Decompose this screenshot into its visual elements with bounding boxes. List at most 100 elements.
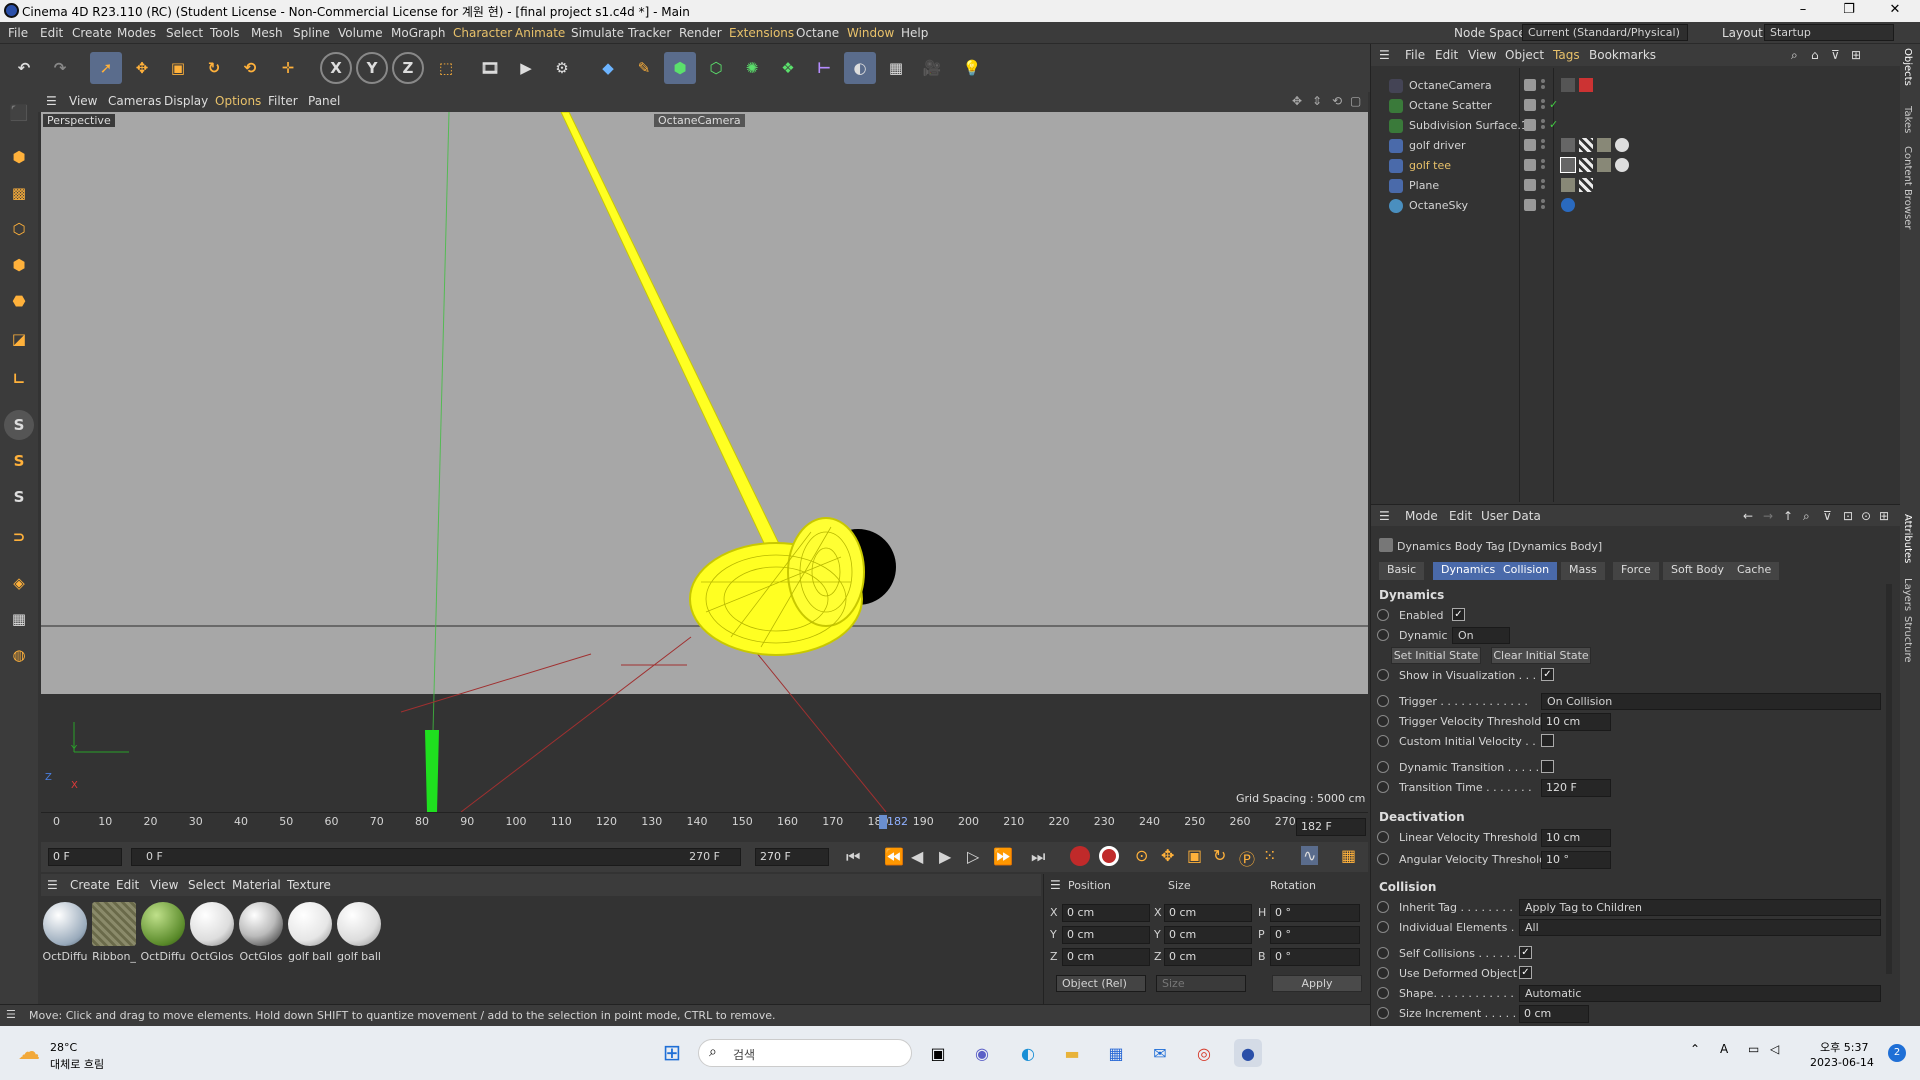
- attributes-menu-userdata[interactable]: User Data: [1481, 509, 1541, 523]
- material-menu-select[interactable]: Select: [188, 878, 225, 892]
- timeline-icon[interactable]: ▦: [1341, 846, 1356, 865]
- close-button[interactable]: ✕: [1872, 0, 1918, 22]
- side-tab-content-browser[interactable]: Content Browser: [1902, 146, 1913, 229]
- windows-start-icon[interactable]: ⊞: [658, 1039, 686, 1067]
- menu-tracker[interactable]: Tracker: [628, 26, 671, 40]
- render-region-icon[interactable]: 🎞: [474, 52, 506, 84]
- attributes-hamburger-icon[interactable]: ☰: [1379, 509, 1390, 523]
- menu-extensions[interactable]: Extensions: [729, 26, 794, 40]
- angular-velocity-field[interactable]: 10 °: [1541, 851, 1611, 869]
- coord-mode-dropdown[interactable]: Object (Rel): [1056, 975, 1146, 992]
- workplane-icon[interactable]: ◈: [4, 568, 34, 598]
- coords-hamburger-icon[interactable]: ☰: [1050, 878, 1061, 892]
- material-menu-texture[interactable]: Texture: [287, 878, 331, 892]
- attributes-menu-mode[interactable]: Mode: [1405, 509, 1438, 523]
- menu-tools[interactable]: Tools: [210, 26, 240, 40]
- current-frame-field[interactable]: 182 F: [1296, 818, 1366, 836]
- environment-tag-icon[interactable]: [1561, 198, 1575, 212]
- apply-button[interactable]: Apply: [1272, 975, 1362, 992]
- dynamics-tag-icon-selected[interactable]: [1560, 157, 1576, 173]
- animate-radio[interactable]: [1377, 947, 1389, 959]
- network-icon[interactable]: ▭: [1748, 1042, 1759, 1056]
- menu-modes[interactable]: Modes: [117, 26, 156, 40]
- objects-menu-object[interactable]: Object: [1505, 48, 1544, 62]
- grid-icon[interactable]: ▦: [4, 604, 34, 634]
- rotate-icon[interactable]: ↻: [198, 52, 230, 84]
- side-tab-attributes[interactable]: Attributes: [1902, 514, 1913, 563]
- material-item[interactable]: Ribbon_: [91, 902, 137, 978]
- floor-icon[interactable]: ◐: [844, 52, 876, 84]
- object-row-plane[interactable]: Plane: [1371, 176, 1891, 196]
- next-key-icon[interactable]: ⏩: [993, 847, 1013, 866]
- magnet-icon[interactable]: ⊃: [4, 522, 34, 552]
- dynamic-dropdown[interactable]: On: [1452, 627, 1510, 644]
- material-hamburger-icon[interactable]: ☰: [47, 878, 58, 892]
- volume-icon[interactable]: ◁: [1770, 1042, 1779, 1056]
- animate-radio[interactable]: [1377, 831, 1389, 843]
- object-row-octanesky[interactable]: OctaneSky: [1371, 196, 1891, 216]
- tab-basic[interactable]: Basic: [1379, 562, 1425, 580]
- shape-dropdown[interactable]: Automatic: [1519, 985, 1881, 1002]
- material-item[interactable]: golf ball: [287, 902, 333, 978]
- position-field[interactable]: 0 cm: [1062, 904, 1150, 922]
- side-tab-layers[interactable]: Layers: [1902, 578, 1913, 611]
- menu-help[interactable]: Help: [901, 26, 928, 40]
- objects-menu-file[interactable]: File: [1405, 48, 1425, 62]
- animate-radio[interactable]: [1377, 921, 1389, 933]
- visibility-check[interactable]: [1524, 119, 1536, 131]
- menu-edit[interactable]: Edit: [40, 26, 63, 40]
- visibility-check[interactable]: [1524, 139, 1536, 151]
- viewport-menu-display[interactable]: Display: [164, 94, 208, 108]
- use-deformed-checkbox[interactable]: ✓: [1519, 966, 1532, 979]
- objects-new-window-icon[interactable]: ⊞: [1851, 48, 1861, 62]
- attr-new-window-icon[interactable]: ⊞: [1879, 509, 1889, 523]
- editor-render-dots[interactable]: [1541, 79, 1545, 93]
- key-position-icon[interactable]: ✥: [1161, 846, 1174, 865]
- psr-icon[interactable]: ⟲: [234, 52, 266, 84]
- subdivision-icon[interactable]: ⬢: [664, 52, 696, 84]
- tab-force[interactable]: Force: [1613, 562, 1659, 580]
- show-visualization-checkbox[interactable]: ✓: [1541, 668, 1554, 681]
- menu-character[interactable]: Character: [453, 26, 512, 40]
- next-frame-icon[interactable]: ▷: [967, 847, 979, 866]
- objects-menu-edit[interactable]: Edit: [1435, 48, 1458, 62]
- key-rotation-icon[interactable]: ↻: [1213, 846, 1226, 865]
- viewport-maximize-icon[interactable]: ▢: [1350, 94, 1361, 108]
- objects-filter-icon[interactable]: ⊽: [1831, 48, 1840, 62]
- animate-radio[interactable]: [1377, 761, 1389, 773]
- position-field[interactable]: 0 cm: [1062, 948, 1150, 966]
- self-collisions-checkbox[interactable]: ✓: [1519, 946, 1532, 959]
- visibility-check[interactable]: [1524, 99, 1536, 111]
- tray-chevron-icon[interactable]: ⌃: [1690, 1042, 1700, 1056]
- store-icon[interactable]: ▦: [1102, 1039, 1130, 1067]
- clear-initial-state-button[interactable]: Clear Initial State: [1491, 647, 1591, 664]
- inherit-tag-dropdown[interactable]: Apply Tag to Children: [1519, 899, 1881, 916]
- editor-render-dots[interactable]: [1541, 139, 1545, 153]
- task-view-icon[interactable]: ▣: [924, 1039, 952, 1067]
- pen-icon[interactable]: ✎: [628, 52, 660, 84]
- key-param-icon[interactable]: Ⓟ: [1239, 846, 1255, 870]
- select-arrow-icon[interactable]: ➚: [90, 52, 122, 84]
- light-icon[interactable]: 💡: [956, 52, 988, 84]
- cinema4d-taskbar-icon[interactable]: ●: [1234, 1039, 1262, 1067]
- attr-settings-icon[interactable]: ⊙: [1861, 509, 1871, 523]
- motion-path-icon[interactable]: ∿: [1301, 846, 1319, 865]
- object-row-octanecamera[interactable]: OctaneCamera: [1371, 76, 1891, 96]
- viewport-nav-zoom-icon[interactable]: ⇕: [1312, 94, 1322, 108]
- y-axis-icon[interactable]: Y: [356, 52, 388, 84]
- viewport-menu-cameras[interactable]: Cameras: [108, 94, 161, 108]
- trigger-velocity-field[interactable]: 10 cm: [1541, 713, 1611, 731]
- menu-select[interactable]: Select: [166, 26, 203, 40]
- animate-radio[interactable]: [1377, 609, 1389, 621]
- position-field[interactable]: 0 cm: [1062, 926, 1150, 944]
- render-settings-icon[interactable]: ⚙: [546, 52, 578, 84]
- animate-radio[interactable]: [1377, 987, 1389, 999]
- animate-radio[interactable]: [1377, 901, 1389, 913]
- animate-radio[interactable]: [1377, 629, 1389, 641]
- menu-render[interactable]: Render: [679, 26, 722, 40]
- objects-menu-bookmarks[interactable]: Bookmarks: [1589, 48, 1656, 62]
- animate-radio[interactable]: [1377, 1007, 1389, 1019]
- uv-mode-icon[interactable]: ◪: [4, 324, 34, 354]
- frame-range-slider[interactable]: 0 F 270 F: [131, 848, 741, 866]
- menu-octane[interactable]: Octane: [796, 26, 839, 40]
